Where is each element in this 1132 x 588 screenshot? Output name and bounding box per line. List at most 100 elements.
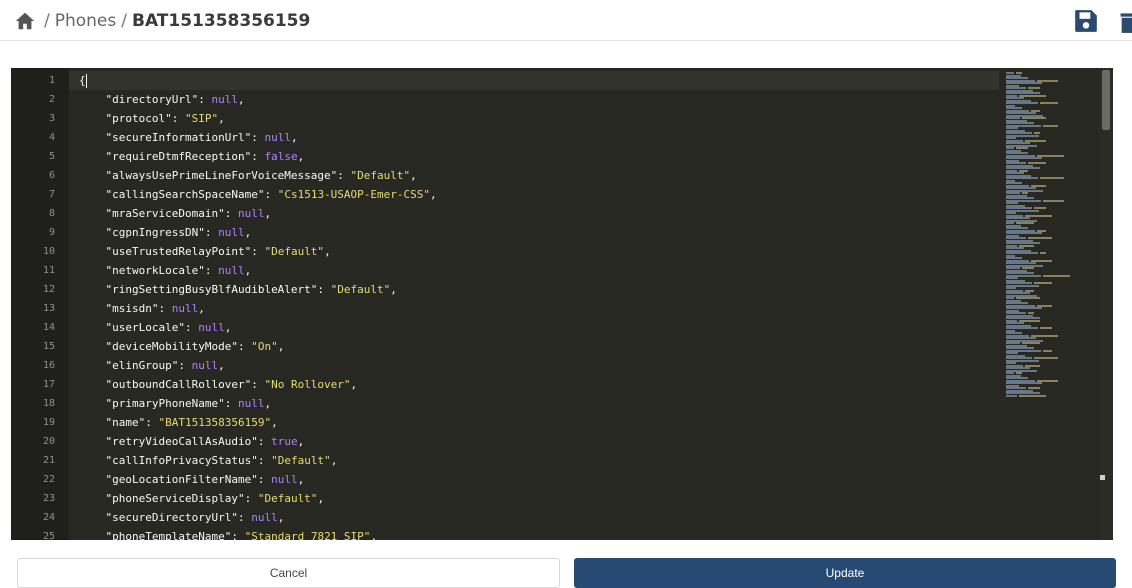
scrollbar-thumb[interactable] — [1102, 70, 1110, 130]
code-line: "callingSearchSpaceName": "Cs1513-USAOP-… — [105, 188, 437, 201]
json-key: "requireDtmfReception" — [105, 150, 252, 163]
line-number: 12 — [42, 284, 55, 295]
code-line: "alwaysUsePrimeLineForVoiceMessage": "De… — [105, 169, 417, 182]
code-line: "ringSettingBusyBlfAudibleAlert": "Defau… — [105, 283, 397, 296]
line-number: 13 — [42, 303, 55, 314]
json-key: "phoneServiceDisplay" — [105, 492, 245, 505]
line-number: 24 — [42, 512, 55, 523]
json-value: null — [264, 131, 291, 144]
code-line: "requireDtmfReception": false, — [105, 150, 305, 163]
code-line: "networkLocale": null, — [105, 264, 252, 277]
json-value: null — [218, 264, 245, 277]
json-key: "outboundCallRollover" — [105, 378, 252, 391]
text-cursor — [85, 74, 87, 88]
code-line: "mraServiceDomain": null, — [105, 207, 272, 220]
json-key: "geoLocationFilterName" — [105, 473, 258, 486]
json-value: null — [237, 207, 265, 220]
line-number: 5 — [48, 151, 55, 162]
json-key: "networkLocale" — [105, 264, 205, 277]
line-number: 20 — [42, 436, 55, 447]
line-number: 7 — [48, 189, 55, 200]
json-key: "cgpnIngressDN" — [105, 226, 205, 239]
json-value: null — [171, 302, 199, 315]
line-number: 14 — [42, 322, 55, 333]
code-line: "userLocale": null, — [105, 321, 232, 334]
json-value: null — [211, 93, 238, 106]
json-key: "userLocale" — [105, 321, 185, 334]
code-line: "deviceMobilityMode": "On", — [105, 340, 285, 353]
code-line: "elinGroup": null, — [105, 359, 225, 372]
line-number: 19 — [42, 417, 55, 428]
code-line: "protocol": "SIP", — [105, 112, 225, 125]
line-number: 18 — [42, 398, 55, 409]
code-line: "secureDirectoryUrl": null, — [105, 511, 285, 524]
line-number: 11 — [42, 265, 55, 276]
breadcrumb-current-device: BAT151358356159 — [132, 11, 311, 31]
json-value: "BAT151358356159" — [158, 416, 272, 429]
minimap-string — [1040, 252, 1046, 254]
json-value: "Cs1513-USAOP-Emer-CSS" — [277, 188, 431, 201]
json-value: "Standard 7821 SIP" — [244, 530, 371, 540]
json-value: "Default" — [271, 454, 331, 467]
json-value: "Default" — [257, 492, 318, 505]
line-numbers: 1 2 3 4 5 6 7 8 9 10 11 12 13 14 15 16 17 18 19 20 21 22 23 24 2… — [11, 71, 55, 540]
json-key: "callingSearchSpaceName" — [105, 188, 265, 201]
line-number: 22 — [42, 474, 55, 485]
minimap-string — [1040, 102, 1058, 104]
line-number: 25 — [42, 531, 55, 540]
json-value: null — [218, 226, 245, 239]
json-value: null — [237, 397, 265, 410]
minimap-string — [1043, 199, 1064, 202]
trash-icon[interactable] — [1118, 8, 1132, 34]
json-key: "protocol" — [105, 112, 172, 125]
code-line: "name": "BAT151358356159", — [105, 416, 278, 429]
json-editor[interactable]: 1 2 3 4 5 6 7 8 9 10 11 12 13 14 15 16 17 18 19 20 21 22 23 24 2… — [11, 68, 1113, 540]
line-number: 15 — [42, 341, 55, 352]
code-line: "geoLocationFilterName": null, — [105, 473, 305, 486]
open-brace: { — [79, 74, 86, 87]
update-button[interactable]: Update — [574, 558, 1116, 588]
json-value: null — [271, 473, 298, 486]
json-key: "secureInformationUrl" — [105, 131, 252, 144]
json-key: "retryVideoCallAsAudio" — [105, 435, 258, 448]
code-line: "phoneServiceDisplay": "Default", — [105, 492, 325, 505]
json-value: "SIP" — [184, 112, 219, 125]
editor-scrollbar[interactable] — [1099, 68, 1113, 540]
code-line: "secureInformationUrl": null, — [105, 131, 298, 144]
json-key: "useTrustedRelayPoint" — [105, 245, 252, 258]
code-line: "retryVideoCallAsAudio": true, — [105, 435, 305, 448]
code-line: "directoryUrl": null, — [105, 93, 245, 106]
breadcrumb-separator: / — [121, 11, 127, 31]
line-number: 17 — [42, 379, 55, 390]
minimap-string — [1043, 349, 1052, 352]
minimap-string — [1040, 177, 1064, 179]
json-value: null — [251, 511, 278, 524]
code-content[interactable]: { "directoryUrl": null, "protocol": "SIP… — [79, 71, 999, 540]
json-key: "elinGroup" — [105, 359, 179, 372]
json-value: "Default" — [330, 283, 391, 296]
save-icon[interactable] — [1073, 8, 1099, 34]
line-number: 2 — [48, 94, 55, 105]
json-value: null — [198, 321, 225, 334]
line-number: 3 — [48, 113, 55, 124]
editor-minimap[interactable] — [996, 68, 1101, 540]
code-line: "outboundCallRollover": "No Rollover", — [105, 378, 358, 391]
top-bar: / Phones / BAT151358356159 — [0, 0, 1132, 40]
home-icon[interactable] — [14, 10, 36, 32]
minimap-string — [1019, 394, 1046, 397]
json-key: "deviceMobilityMode" — [105, 340, 238, 353]
breadcrumb: / Phones / BAT151358356159 — [14, 9, 310, 33]
breadcrumb-phones-link[interactable]: Phones — [55, 11, 117, 31]
line-number: 10 — [42, 246, 55, 257]
minimap-string — [1040, 327, 1052, 329]
json-value: "Default" — [350, 169, 411, 182]
json-key: "name" — [105, 416, 146, 429]
json-value: null — [191, 359, 219, 372]
line-number: 4 — [48, 132, 55, 143]
line-number: 23 — [42, 493, 55, 504]
cancel-button[interactable]: Cancel — [17, 558, 560, 588]
minimap-line — [1006, 394, 1017, 397]
line-number: 6 — [48, 170, 55, 181]
json-key: "callInfoPrivacyStatus" — [105, 454, 258, 467]
json-key: "mraServiceDomain" — [105, 207, 225, 220]
